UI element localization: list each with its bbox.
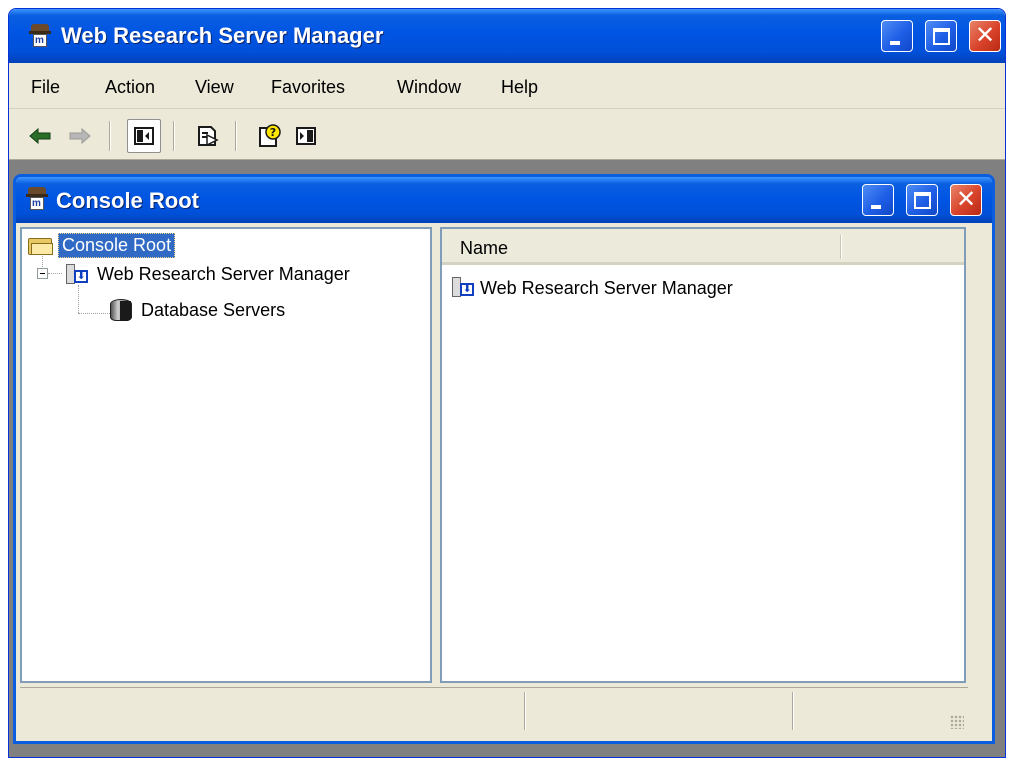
tree-item-label: Web Research Server Manager bbox=[97, 264, 350, 284]
tree-item-web-research-server-manager[interactable]: ⬇ Web Research Server Manager bbox=[66, 263, 353, 286]
toolbar-separator bbox=[235, 121, 237, 151]
menu-file[interactable]: File bbox=[27, 73, 64, 102]
main-titlebar[interactable]: m Web Research Server Manager ✕ bbox=[9, 9, 1005, 63]
result-list-pane[interactable]: Name ⬇ Web Research Server Manager bbox=[440, 227, 966, 683]
database-icon bbox=[108, 297, 134, 323]
tree-connector bbox=[48, 273, 62, 274]
maximize-icon bbox=[933, 28, 950, 45]
forward-button[interactable] bbox=[63, 119, 97, 153]
child-maximize-button[interactable] bbox=[906, 184, 938, 216]
child-close-button[interactable]: ✕ bbox=[950, 184, 982, 216]
help-icon: ? bbox=[259, 124, 281, 147]
close-icon: ✕ bbox=[955, 186, 977, 213]
toolbar-separator bbox=[173, 121, 175, 151]
menu-action[interactable]: Action bbox=[101, 73, 159, 102]
list-item-label: Web Research Server Manager bbox=[480, 277, 733, 298]
app-icon[interactable]: m bbox=[29, 24, 51, 48]
column-divider[interactable] bbox=[840, 235, 842, 259]
menu-favorites[interactable]: Favorites bbox=[267, 73, 349, 102]
child-window-title: Console Root bbox=[56, 188, 199, 213]
export-list-icon bbox=[198, 126, 219, 147]
child-minimize-button[interactable] bbox=[862, 184, 894, 216]
tree-connector bbox=[78, 285, 79, 313]
arrow-right-icon bbox=[69, 128, 91, 144]
menu-help[interactable]: Help bbox=[497, 73, 542, 102]
maximize-icon bbox=[914, 192, 931, 209]
tree-connector bbox=[78, 313, 110, 314]
list-header: Name bbox=[442, 229, 964, 265]
export-list-button[interactable] bbox=[191, 119, 225, 153]
column-header-name[interactable]: Name bbox=[460, 238, 508, 259]
tree-item-label: Console Root bbox=[58, 233, 176, 258]
back-button[interactable] bbox=[23, 119, 57, 153]
console-root-window: m Console Root ✕ Console Root ⬇ Web Rese… bbox=[13, 174, 995, 744]
child-window-icon[interactable]: m bbox=[26, 187, 48, 211]
menu-view[interactable]: View bbox=[191, 73, 238, 102]
folder-icon bbox=[28, 236, 54, 256]
server-manager-icon: ⬇ bbox=[452, 277, 476, 299]
maximize-button[interactable] bbox=[925, 20, 957, 52]
child-titlebar[interactable]: m Console Root ✕ bbox=[16, 177, 992, 223]
minimize-icon bbox=[871, 205, 881, 209]
toolbar-separator bbox=[109, 121, 111, 151]
console-tree-pane[interactable]: Console Root ⬇ Web Research Server Manag… bbox=[20, 227, 432, 683]
arrow-left-icon bbox=[29, 128, 51, 144]
pane-splitter[interactable] bbox=[432, 227, 440, 683]
status-bar bbox=[20, 687, 968, 733]
status-bar-segment bbox=[524, 692, 526, 730]
resize-grip-icon[interactable] bbox=[950, 715, 964, 729]
svg-text:?: ? bbox=[270, 126, 276, 139]
tree-item-console-root[interactable]: Console Root bbox=[28, 233, 176, 258]
show-hide-action-pane-button[interactable] bbox=[289, 119, 323, 153]
server-manager-icon: ⬇ bbox=[66, 263, 90, 286]
minimize-button[interactable] bbox=[881, 20, 913, 52]
help-button[interactable]: ? bbox=[253, 119, 287, 153]
tree-item-database-servers[interactable]: Database Servers bbox=[108, 297, 288, 323]
main-window-title: Web Research Server Manager bbox=[61, 23, 384, 48]
close-button[interactable]: ✕ bbox=[969, 20, 1001, 52]
show-hide-tree-button[interactable] bbox=[127, 119, 161, 153]
list-item[interactable]: ⬇ Web Research Server Manager bbox=[452, 277, 733, 299]
collapse-toggle[interactable] bbox=[37, 268, 48, 279]
show-hide-console-tree-icon bbox=[134, 127, 154, 145]
mdi-client-area: m Console Root ✕ Console Root ⬇ Web Rese… bbox=[9, 159, 1005, 757]
toolbar: ? bbox=[9, 111, 1005, 157]
menu-window[interactable]: Window bbox=[393, 73, 465, 102]
menu-bar: File Action View Favorites Window Help bbox=[9, 65, 1005, 109]
show-hide-action-pane-icon bbox=[296, 127, 316, 145]
minimize-icon bbox=[890, 41, 900, 45]
tree-item-label: Database Servers bbox=[141, 299, 286, 320]
status-bar-segment bbox=[792, 692, 794, 730]
main-window: m Web Research Server Manager ✕ File Act… bbox=[8, 8, 1006, 758]
close-icon: ✕ bbox=[974, 22, 996, 49]
